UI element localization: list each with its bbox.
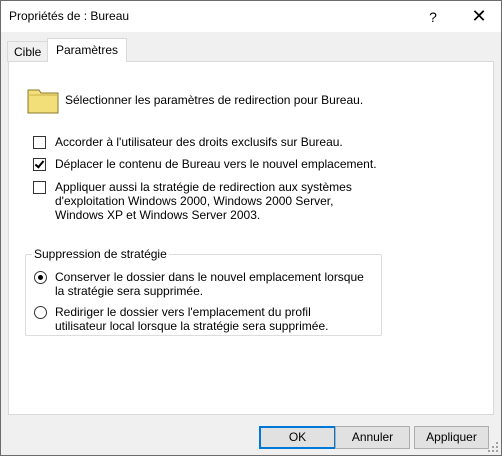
window-title: Propriétés de : Bureau <box>9 9 130 23</box>
exclusive-rights-option[interactable]: Accorder à l'utilisateur des droits excl… <box>33 135 343 149</box>
legacy-os-label: Appliquer aussi la stratégie de redirect… <box>55 180 352 222</box>
intro-text: Sélectionner les paramètres de redirecti… <box>65 93 364 107</box>
apply-button[interactable]: Appliquer <box>414 426 489 449</box>
keep-folder-label: Conserver le dossier dans le nouvel empl… <box>55 270 364 298</box>
legacy-os-option[interactable]: Appliquer aussi la stratégie de redirect… <box>33 180 375 222</box>
redirect-back-label: Rediriger le dossier vers l'emplacement … <box>55 305 329 333</box>
close-button[interactable]: ✕ <box>456 1 501 32</box>
tab-parametres[interactable]: Paramètres <box>47 38 128 62</box>
move-contents-label: Déplacer le contenu de Bureau vers le no… <box>55 157 377 171</box>
exclusive-rights-label: Accorder à l'utilisateur des droits excl… <box>55 135 343 149</box>
keep-folder-radio[interactable] <box>34 271 47 284</box>
ok-button[interactable]: OK <box>259 426 336 449</box>
cancel-button[interactable]: Annuler <box>335 426 410 449</box>
exclusive-rights-checkbox[interactable] <box>33 136 46 149</box>
resize-grip-icon[interactable] <box>487 441 499 453</box>
folder-icon <box>27 89 59 114</box>
properties-dialog: Propriétés de : Bureau ? ✕ Cible Paramèt… <box>0 0 502 456</box>
help-button[interactable]: ? <box>410 1 456 32</box>
keep-folder-option[interactable]: Conserver le dossier dans le nouvel empl… <box>34 270 365 298</box>
group-title: Suppression de stratégie <box>32 247 169 261</box>
tab-panel-parametres: Sélectionner les paramètres de redirecti… <box>8 61 494 415</box>
title-bar[interactable]: Propriétés de : Bureau ? ✕ <box>1 1 501 32</box>
tab-cible[interactable]: Cible <box>7 41 49 62</box>
redirect-back-option[interactable]: Rediriger le dossier vers l'emplacement … <box>34 305 365 333</box>
move-contents-option[interactable]: Déplacer le contenu de Bureau vers le no… <box>33 157 377 171</box>
redirect-back-radio[interactable] <box>34 306 47 319</box>
move-contents-checkbox[interactable] <box>33 158 46 171</box>
policy-removal-group: Suppression de stratégie Conserver le do… <box>25 247 382 336</box>
legacy-os-checkbox[interactable] <box>33 181 46 194</box>
